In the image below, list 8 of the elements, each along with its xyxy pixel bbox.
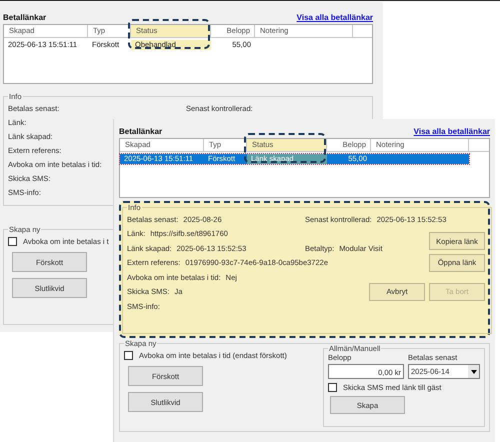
checkbox[interactable] xyxy=(124,351,133,360)
checkbox[interactable] xyxy=(8,237,17,246)
section-title: Betallänkar xyxy=(3,13,46,22)
caret-icon xyxy=(470,370,476,374)
section-title: Betallänkar xyxy=(119,127,162,136)
view-all-link[interactable]: Visa alla betallänkar xyxy=(414,127,490,136)
checkbox[interactable] xyxy=(328,383,337,392)
view-all-link[interactable]: Visa alla betallänkar xyxy=(296,13,373,22)
